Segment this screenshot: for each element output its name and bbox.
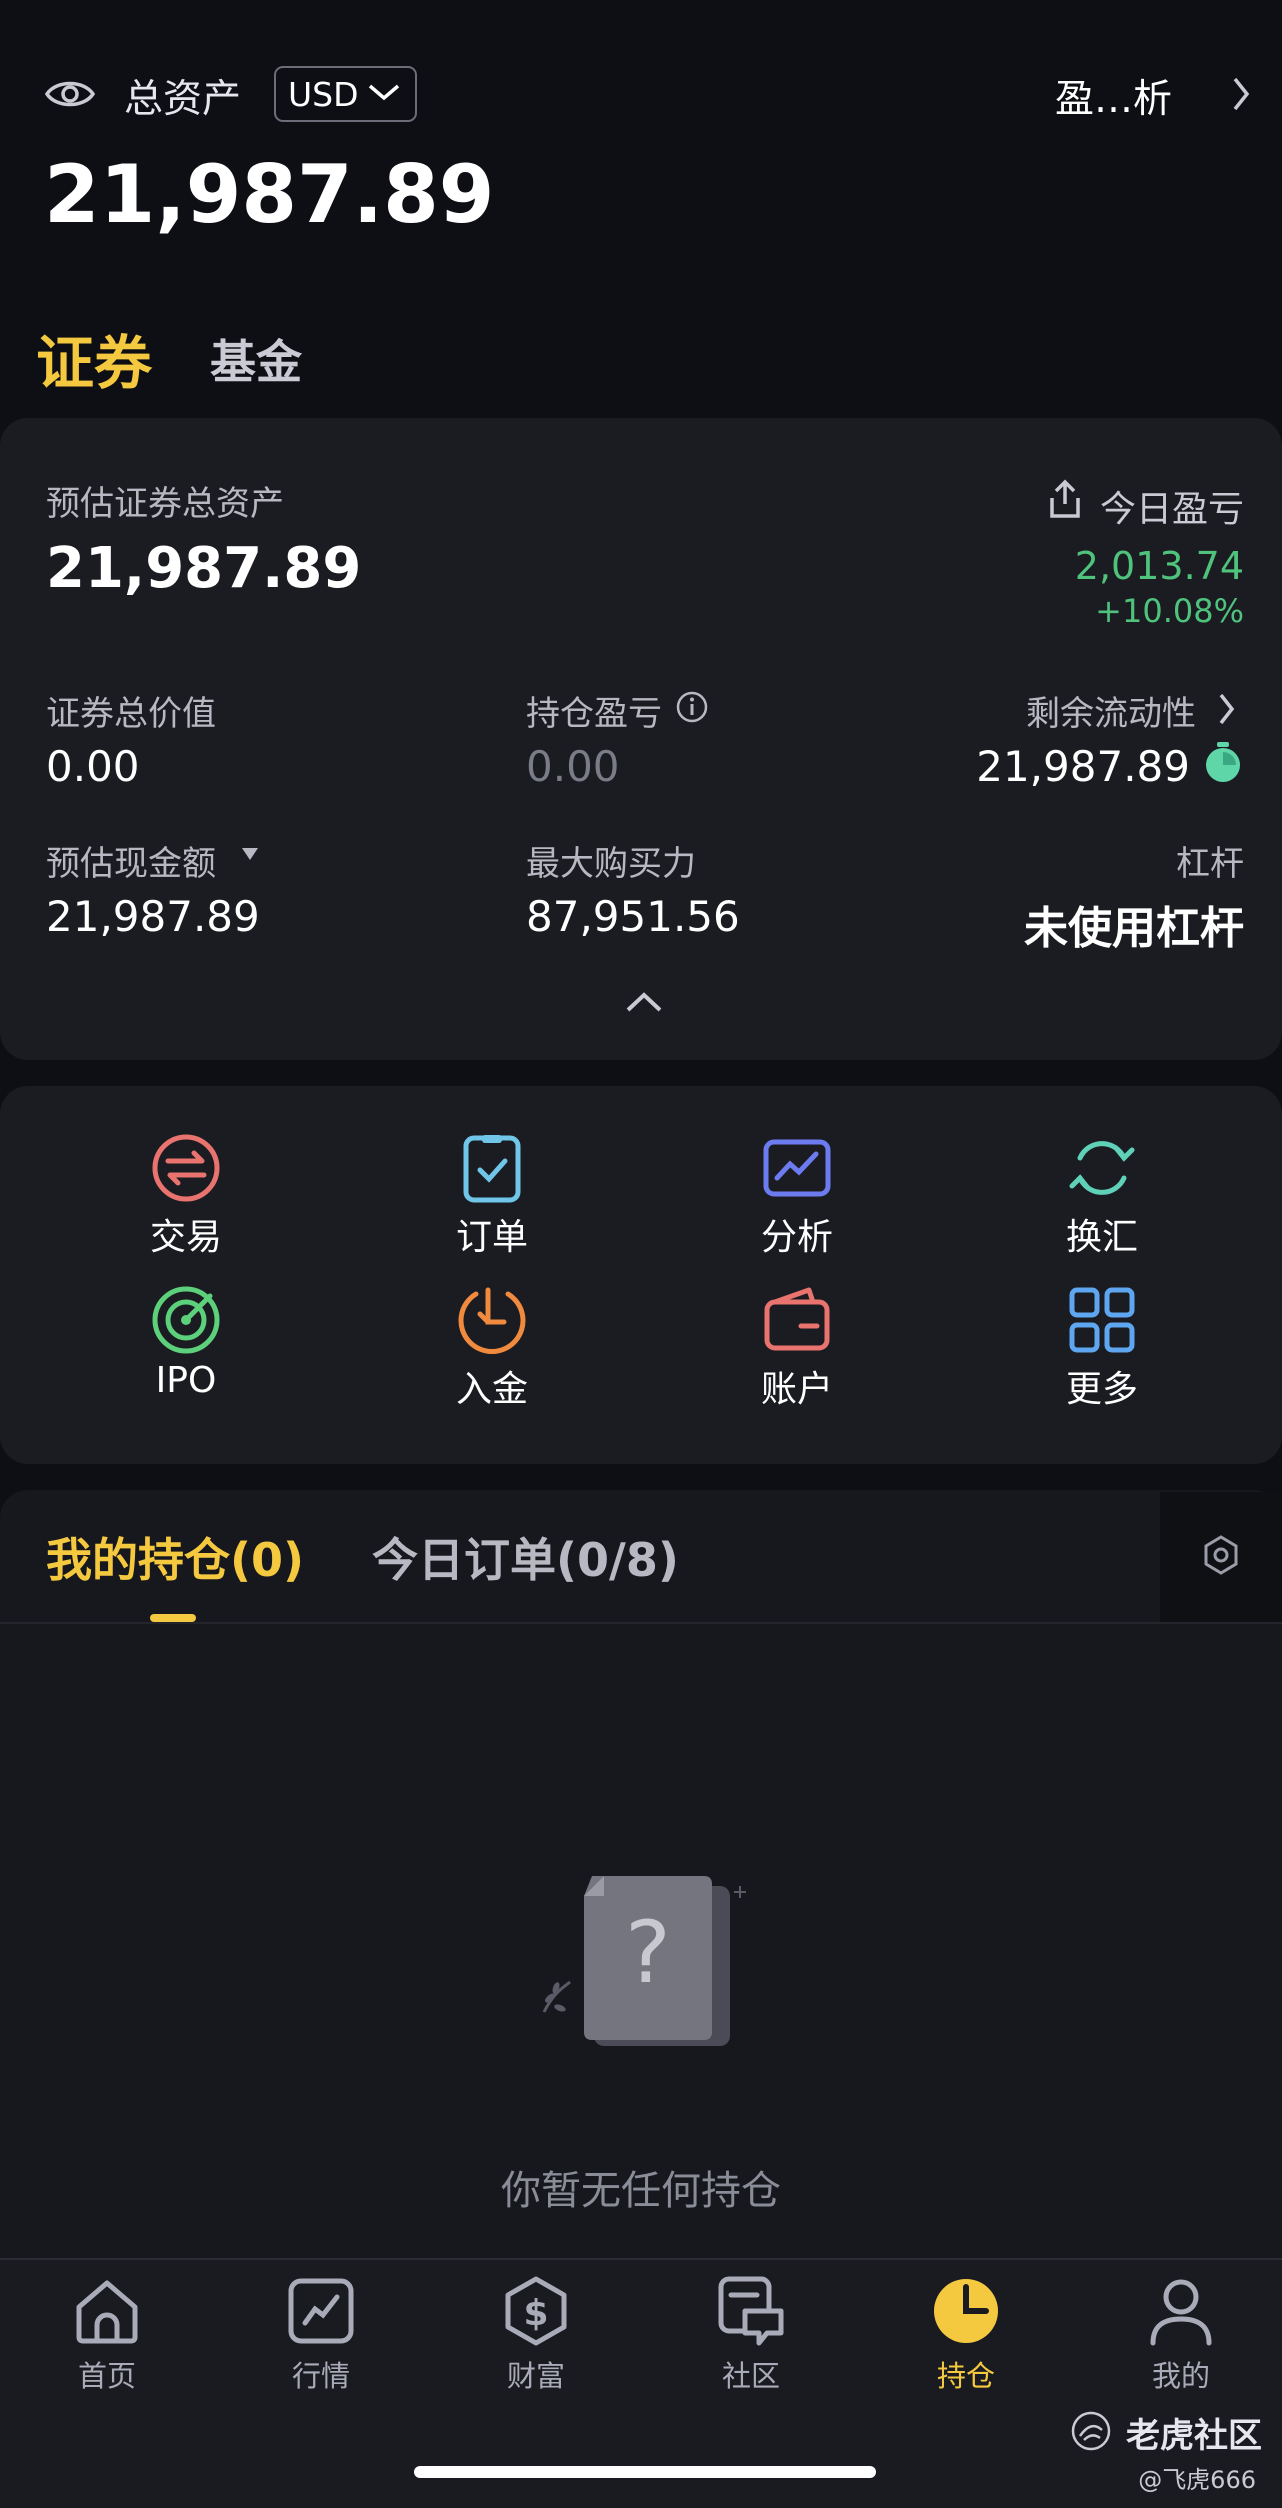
market-icon — [246, 2275, 396, 2347]
total-assets-label: 总资产 — [124, 77, 242, 122]
action-label: 更多 — [1065, 1369, 1138, 1410]
collapse-chevron-icon[interactable] — [624, 990, 664, 1018]
est-total-label: 预估证券总资产 — [46, 484, 284, 524]
action-label: 入金 — [455, 1369, 528, 1410]
order-icon — [392, 1132, 592, 1204]
home-indicator[interactable] — [414, 2466, 876, 2478]
action-exchange[interactable]: 换汇 — [1002, 1132, 1202, 1260]
nav-label: 首页 — [77, 2359, 136, 2393]
profile-icon — [1106, 2275, 1256, 2347]
position-pl-label: 持仓盈亏 — [526, 694, 662, 734]
nav-label: 我的 — [1151, 2359, 1210, 2393]
tab-indicator — [150, 1614, 196, 1622]
nav-profile[interactable]: 我的 — [1106, 2275, 1256, 2395]
buying-power-value: 87,951.56 — [526, 892, 740, 941]
home-icon — [32, 2275, 182, 2347]
tab-today-orders[interactable]: 今日订单(0/8) — [372, 1524, 679, 1590]
action-label: 交易 — [149, 1217, 222, 1258]
more-icon — [1002, 1284, 1202, 1356]
nav-holdings[interactable]: 持仓 — [891, 2275, 1041, 2395]
chevron-right-icon[interactable] — [1232, 76, 1250, 116]
today-pl-percent: +10.08% — [1095, 592, 1244, 630]
holdings-icon — [891, 2275, 1041, 2347]
cash-value: 21,987.89 — [46, 892, 260, 941]
chevron-right-icon[interactable] — [1218, 692, 1236, 730]
today-pl-value: 2,013.74 — [1074, 544, 1244, 588]
est-total-value: 21,987.89 — [46, 536, 362, 601]
action-label: 换汇 — [1065, 1217, 1138, 1258]
trade-icon — [86, 1132, 286, 1204]
liquidity-label[interactable]: 剩余流动性 — [1026, 686, 1196, 735]
holdings-settings-button[interactable] — [1160, 1492, 1282, 1622]
empty-holdings-text: 你暂无任何持仓 — [501, 2168, 781, 2214]
action-label: 订单 — [455, 1217, 528, 1258]
caret-down-icon[interactable] — [240, 846, 260, 866]
eye-icon[interactable] — [44, 72, 96, 116]
securities-value-label: 证券总价值 — [46, 694, 216, 734]
nav-wealth[interactable]: $ 财富 — [461, 2275, 611, 2395]
nav-label: 社区 — [721, 2359, 780, 2393]
action-more[interactable]: 更多 — [1002, 1284, 1202, 1412]
action-deposit[interactable]: 入金 — [392, 1284, 592, 1412]
tiger-logo-icon — [1070, 2410, 1112, 2456]
settings-icon — [1200, 1534, 1242, 1580]
nav-label: 持仓 — [936, 2359, 995, 2393]
ipo-icon — [86, 1284, 286, 1356]
liquidity-value: 21,987.89 — [976, 742, 1190, 791]
deposit-icon — [392, 1284, 592, 1356]
leverage-value: 未使用杠杆 — [1024, 903, 1244, 954]
timer-icon — [1204, 740, 1242, 784]
action-orders[interactable]: 订单 — [392, 1132, 592, 1260]
svg-text:$: $ — [523, 2293, 548, 2334]
watermark-brand: 老虎社区 — [1126, 2416, 1262, 2456]
community-icon — [676, 2275, 826, 2347]
action-label: 分析 — [760, 1217, 833, 1258]
chevron-down-icon — [367, 82, 401, 106]
wealth-icon: $ — [461, 2275, 611, 2347]
cash-label[interactable]: 预估现金额 — [46, 836, 216, 885]
nav-label: 财富 — [506, 2359, 565, 2393]
today-pl-label: 今日盈亏 — [1100, 489, 1245, 530]
action-label: IPO — [155, 1360, 217, 1401]
divider — [0, 1622, 1282, 1624]
tab-securities[interactable]: 证券 — [36, 316, 152, 400]
nav-label: 行情 — [291, 2359, 350, 2393]
svg-text:?: ? — [625, 1903, 671, 2003]
leverage-label: 杠杆 — [1176, 844, 1244, 884]
tab-funds[interactable]: 基金 — [210, 326, 302, 392]
share-icon[interactable] — [1044, 478, 1086, 520]
account-icon — [697, 1284, 897, 1356]
action-trade[interactable]: 交易 — [86, 1132, 286, 1260]
nav-market[interactable]: 行情 — [246, 2275, 396, 2395]
action-ipo[interactable]: IPO — [86, 1284, 286, 1401]
action-analysis[interactable]: 分析 — [697, 1132, 897, 1260]
exchange-icon — [1002, 1132, 1202, 1204]
info-icon[interactable] — [675, 690, 709, 724]
total-assets-value: 21,987.89 — [44, 148, 495, 241]
watermark-user: @飞虎666 — [1138, 2466, 1256, 2494]
action-label: 账户 — [760, 1369, 833, 1410]
currency-selector[interactable]: USD — [274, 66, 417, 122]
analysis-icon — [697, 1132, 897, 1204]
action-account[interactable]: 账户 — [697, 1284, 897, 1412]
empty-holdings-illustration: ? — [534, 1862, 754, 2066]
buying-power-label: 最大购买力 — [526, 844, 696, 884]
tab-my-holdings[interactable]: 我的持仓(0) — [46, 1524, 304, 1590]
currency-value: USD — [288, 74, 359, 114]
nav-home[interactable]: 首页 — [32, 2275, 182, 2395]
analysis-link[interactable]: 盈…析 — [1055, 68, 1172, 124]
nav-community[interactable]: 社区 — [676, 2275, 826, 2395]
securities-value: 0.00 — [46, 742, 140, 791]
position-pl-value: 0.00 — [526, 742, 620, 791]
